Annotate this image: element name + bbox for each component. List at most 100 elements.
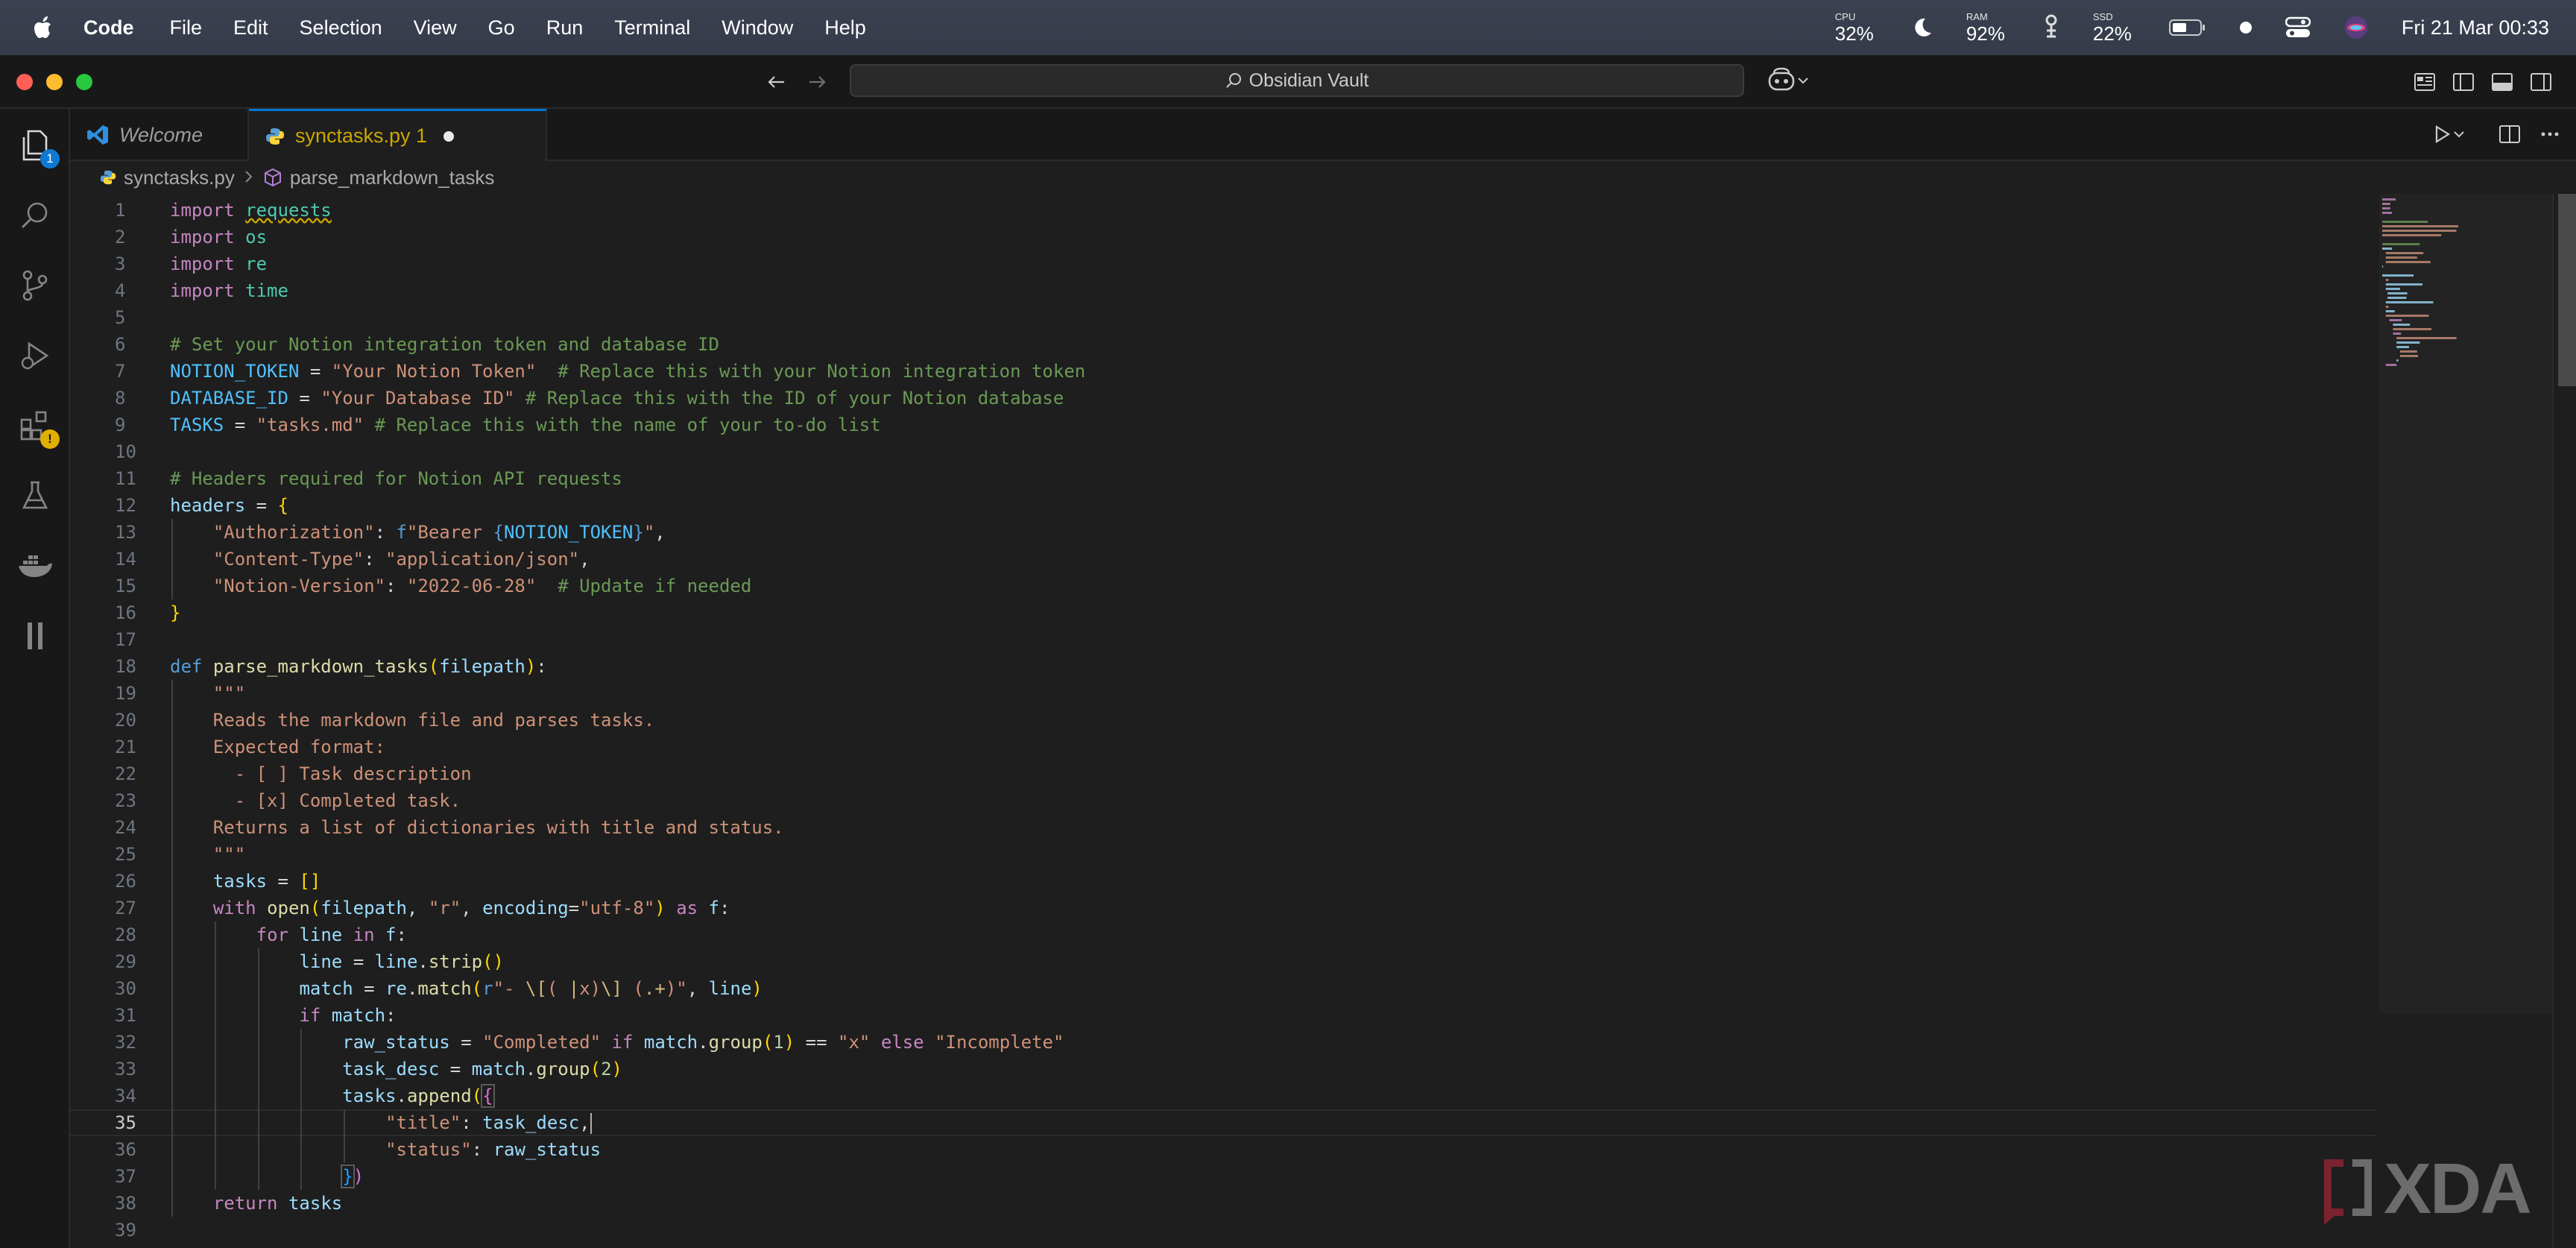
code-line[interactable]: 16}: [70, 599, 2376, 626]
code-line[interactable]: 12 headers = {: [70, 492, 2376, 519]
menu-terminal[interactable]: Terminal: [614, 16, 690, 40]
code-line[interactable]: 28 for line in f:: [70, 921, 2376, 948]
code-line[interactable]: 35 "title": task_desc,: [70, 1109, 2376, 1136]
indent-guide: [214, 921, 216, 1190]
testing-flask-icon[interactable]: [16, 477, 54, 514]
record-dot-icon[interactable]: [2239, 21, 2253, 34]
extensions-icon[interactable]: !: [16, 407, 60, 449]
arrow-right-icon[interactable]: [805, 70, 829, 98]
toggle-primary-sidebar-icon[interactable]: [2452, 72, 2475, 96]
cpu-meter[interactable]: CPU 32%: [1835, 12, 1874, 43]
code-line[interactable]: 34 tasks.append({: [70, 1082, 2376, 1109]
code-line[interactable]: 31 if match:: [70, 1002, 2376, 1029]
code-line[interactable]: 8 DATABASE_ID = "Your Database ID" # Repl…: [70, 385, 2376, 412]
code-editor[interactable]: 1 import requests 2 import os 3 import re 4 imp…: [70, 194, 2576, 1248]
tab-synctasks[interactable]: synctasks.py 1: [249, 109, 547, 161]
code-line[interactable]: 36 "status": raw_status: [70, 1136, 2376, 1163]
explorer-icon[interactable]: 1: [16, 127, 60, 168]
code-line[interactable]: 26 tasks = []: [70, 868, 2376, 895]
moon-icon[interactable]: [1911, 16, 1933, 39]
menu-file[interactable]: File: [170, 16, 203, 40]
code-line[interactable]: 11 # Headers required for Notion API requ…: [70, 465, 2376, 492]
command-center-search[interactable]: Obsidian Vault: [850, 64, 1744, 97]
code-line[interactable]: 5: [70, 304, 2376, 331]
code-line[interactable]: 20 Reads the markdown file and parses ta…: [70, 707, 2376, 734]
menu-window[interactable]: Window: [722, 16, 793, 40]
docker-icon[interactable]: [16, 547, 54, 584]
code-line[interactable]: 18 def parse_markdown_tasks(filepath):: [70, 653, 2376, 680]
siri-icon[interactable]: [2343, 15, 2369, 40]
code-line[interactable]: 21 Expected format:: [70, 734, 2376, 760]
pause-icon[interactable]: [16, 617, 54, 655]
code-line[interactable]: 22 - [ ] Task description: [70, 760, 2376, 787]
code-line[interactable]: 14 "Content-Type": "application/json",: [70, 546, 2376, 573]
code-line[interactable]: 25 """: [70, 841, 2376, 868]
menu-view[interactable]: View: [414, 16, 457, 40]
code-line[interactable]: 23 - [x] Completed task.: [70, 787, 2376, 814]
close-window-button[interactable]: [16, 74, 33, 90]
code-line[interactable]: 33 task_desc = match.group(2): [70, 1056, 2376, 1082]
code-line[interactable]: 4 import time: [70, 277, 2376, 304]
code-line[interactable]: 9 TASKS = "tasks.md" # Replace this with …: [70, 412, 2376, 438]
code-line[interactable]: 15 "Notion-Version": "2022-06-28" # Upda…: [70, 573, 2376, 599]
toggle-secondary-sidebar-icon[interactable]: [2530, 72, 2552, 96]
code-line[interactable]: 6 # Set your Notion integration token and…: [70, 331, 2376, 358]
line-code: Expected format:: [170, 737, 385, 757]
code-line[interactable]: 19 """: [70, 680, 2376, 707]
code-line[interactable]: 3 import re: [70, 250, 2376, 277]
ssd-meter[interactable]: SSD 22%: [2093, 12, 2132, 43]
line-code: for line in f:: [256, 924, 407, 945]
code-line[interactable]: 38 return tasks: [70, 1190, 2376, 1217]
code-line[interactable]: 17: [70, 626, 2376, 653]
chevron-down-icon: [1798, 78, 1808, 84]
maximize-window-button[interactable]: [76, 74, 92, 90]
battery-icon[interactable]: [2168, 19, 2206, 37]
toggle-panel-icon[interactable]: [2491, 72, 2513, 96]
menu-selection[interactable]: Selection: [300, 16, 382, 40]
code-line[interactable]: 30 match = re.match(r"- \[( |x)\] (.+)",…: [70, 975, 2376, 1002]
menu-help[interactable]: Help: [824, 16, 866, 40]
code-line[interactable]: 29 line = line.strip(): [70, 948, 2376, 975]
unsaved-changes-dot-icon[interactable]: [443, 130, 455, 142]
search-icon[interactable]: [16, 197, 54, 234]
customize-layout-icon[interactable]: [2414, 72, 2436, 96]
sensor-icon[interactable]: [2042, 14, 2060, 41]
code-line[interactable]: 32 raw_status = "Completed" if match.gro…: [70, 1029, 2376, 1056]
run-python-button[interactable]: [2433, 124, 2466, 145]
code-line[interactable]: 13 "Authorization": f"Bearer {NOTION_TOK…: [70, 519, 2376, 546]
menu-bar-clock[interactable]: Fri 21 Mar 00:33: [2402, 16, 2549, 40]
code-line[interactable]: 10: [70, 438, 2376, 465]
arrow-left-icon[interactable]: [765, 70, 789, 98]
breadcrumb-file[interactable]: synctasks.py: [124, 166, 235, 189]
ram-meter[interactable]: RAM 92%: [1966, 12, 2005, 43]
copilot-button[interactable]: [1767, 67, 1810, 94]
menu-go[interactable]: Go: [488, 16, 515, 40]
run-and-debug-icon[interactable]: [16, 337, 54, 374]
line-number: 27: [115, 898, 136, 918]
macos-menu-bar: Code File Edit Selection View Go Run Ter…: [0, 0, 2576, 55]
ssd-value: 22%: [2092, 22, 2132, 45]
line-code: import requests: [170, 200, 332, 221]
menu-run[interactable]: Run: [546, 16, 584, 40]
minimap-viewport[interactable]: [2379, 194, 2552, 1014]
breadcrumb-symbol[interactable]: parse_markdown_tasks: [290, 166, 495, 189]
code-line[interactable]: 1 import requests: [70, 197, 2376, 224]
minimap[interactable]: [2379, 194, 2552, 1014]
minimize-window-button[interactable]: [46, 74, 63, 90]
code-line[interactable]: 2 import os: [70, 224, 2376, 250]
more-actions-icon[interactable]: [2539, 124, 2561, 145]
code-line[interactable]: 39: [70, 1217, 2376, 1244]
tab-welcome[interactable]: Welcome: [70, 109, 249, 161]
control-center-icon[interactable]: [2285, 16, 2311, 39]
code-line[interactable]: 27 with open(filepath, "r", encoding="ut…: [70, 895, 2376, 921]
vertical-scrollbar-thumb[interactable]: [2558, 194, 2576, 386]
split-editor-icon[interactable]: [2498, 124, 2521, 145]
code-line[interactable]: 37 }): [70, 1163, 2376, 1190]
code-line[interactable]: 24 Returns a list of dictionaries with t…: [70, 814, 2376, 841]
line-number: 3: [115, 253, 126, 274]
apple-logo-icon[interactable]: [28, 13, 58, 42]
menu-edit[interactable]: Edit: [233, 16, 268, 40]
code-line[interactable]: 7 NOTION_TOKEN = "Your Notion Token" # Re…: [70, 358, 2376, 385]
menu-app-name[interactable]: Code: [83, 16, 134, 40]
source-control-icon[interactable]: [16, 267, 54, 304]
